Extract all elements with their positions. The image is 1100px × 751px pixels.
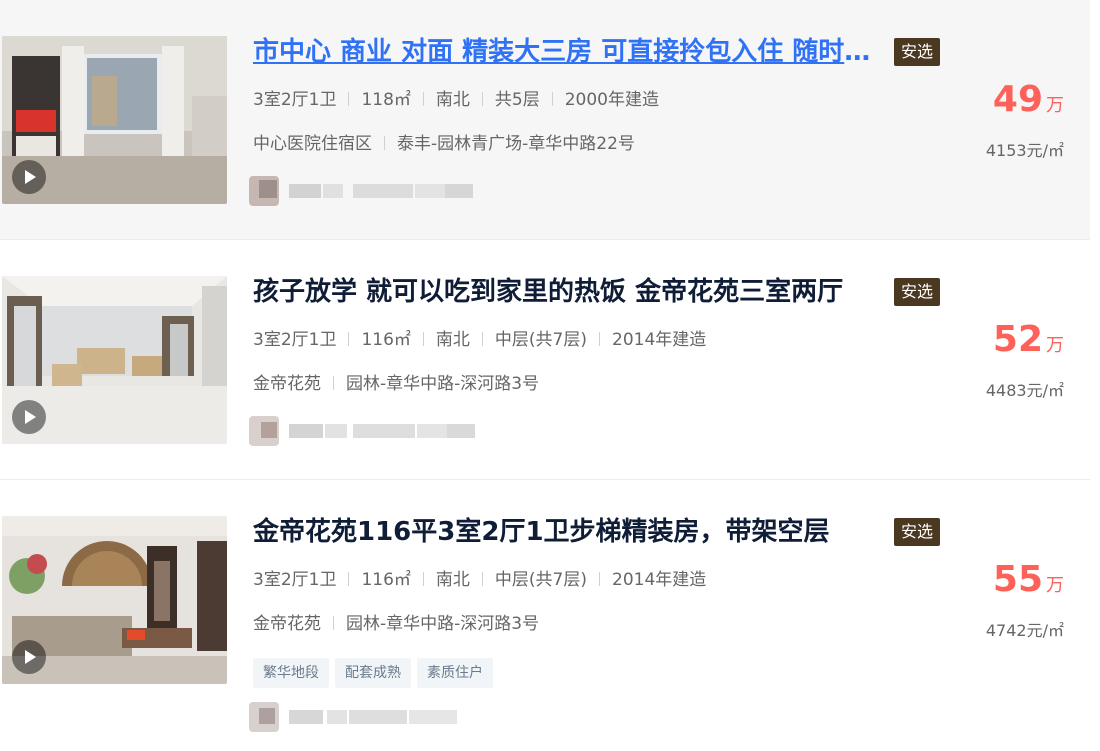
- room-layout: 3室2厅1卫: [253, 90, 337, 110]
- listing-title[interactable]: 孩子放学 就可以吃到家里的热饭 金帝花苑三室两厅: [253, 274, 873, 310]
- listing-photo[interactable]: [2, 36, 227, 204]
- orientation: 南北: [435, 90, 470, 110]
- location-info: 金帝花苑 园林-章华中路-深河路3号: [253, 372, 539, 396]
- price-unit: 万: [1046, 95, 1064, 116]
- divider: [481, 332, 483, 346]
- agent-info-blurred: [249, 176, 489, 206]
- build-year: 2014年建造: [612, 570, 707, 590]
- listing-card[interactable]: 市中心 商业 对面 精装大三房 可直接拎包入住 随时看房 安选 3室2厅1卫 11…: [0, 0, 1090, 240]
- divider: [599, 572, 600, 586]
- verified-badge: 安选: [894, 278, 941, 306]
- price-unit: 万: [1046, 575, 1064, 596]
- listing-title[interactable]: 金帝花苑116平3室2厅1卫步梯精装房，带架空层: [253, 514, 873, 550]
- build-year: 2014年建造: [612, 330, 707, 350]
- floor-info: 共5层: [494, 90, 540, 110]
- house-area: 118㎡: [361, 90, 411, 110]
- build-year: 2000年建造: [564, 90, 659, 110]
- listing-photo[interactable]: [2, 276, 227, 444]
- total-price: 52 万: [993, 316, 1064, 364]
- community-name[interactable]: 金帝花苑: [253, 614, 321, 634]
- listing-photo[interactable]: [2, 516, 227, 684]
- price-unit: 万: [1046, 335, 1064, 356]
- unit-price: 4483元/㎡: [985, 381, 1064, 400]
- price-value: 55: [992, 559, 1043, 600]
- verified-badge: 安选: [894, 38, 941, 66]
- divider: [333, 376, 334, 390]
- divider: [481, 572, 483, 586]
- feature-tags: 繁华地段 配套成熟 素质住户: [253, 658, 499, 688]
- community-name[interactable]: 中心医院住宿区: [253, 134, 372, 154]
- divider: [422, 92, 424, 106]
- house-info: 3室2厅1卫 118㎡ 南北 共5层 2000年建造: [253, 88, 659, 112]
- play-icon[interactable]: [12, 640, 46, 674]
- total-price: 49 万: [993, 76, 1064, 124]
- house-info: 3室2厅1卫 116㎡ 南北 中层(共7层) 2014年建造: [253, 568, 706, 592]
- house-info: 3室2厅1卫 116㎡ 南北 中层(共7层) 2014年建造: [253, 328, 706, 352]
- listing-card[interactable]: 孩子放学 就可以吃到家里的热饭 金帝花苑三室两厅 安选 3室2厅1卫 116㎡ 南北…: [0, 240, 1090, 480]
- feature-tag: 配套成熟: [335, 658, 411, 688]
- divider: [422, 572, 424, 586]
- price-value: 52: [992, 319, 1043, 360]
- address: 园林-章华中路-深河路3号: [346, 374, 540, 394]
- agent-info-blurred: [249, 416, 489, 446]
- price-value: 49: [992, 79, 1043, 120]
- agent-info-blurred: [249, 702, 461, 732]
- room-layout: 3室2厅1卫: [253, 330, 337, 350]
- divider: [348, 92, 350, 106]
- floor-info: 中层(共7层): [494, 330, 587, 350]
- divider: [481, 92, 483, 106]
- house-area: 116㎡: [361, 330, 411, 350]
- location-info: 中心医院住宿区 泰丰-园林青广场-章华中路22号: [253, 132, 635, 156]
- unit-price: 4153元/㎡: [985, 141, 1064, 160]
- total-price: 55 万: [993, 556, 1064, 604]
- room-layout: 3室2厅1卫: [253, 570, 337, 590]
- divider: [384, 136, 385, 150]
- divider: [348, 332, 350, 346]
- divider: [599, 332, 600, 346]
- house-area: 116㎡: [361, 570, 411, 590]
- community-name[interactable]: 金帝花苑: [253, 374, 321, 394]
- floor-info: 中层(共7层): [494, 570, 587, 590]
- listing-card[interactable]: 金帝花苑116平3室2厅1卫步梯精装房，带架空层 安选 3室2厅1卫 116㎡ 南北…: [0, 480, 1090, 751]
- location-info: 金帝花苑 园林-章华中路-深河路3号: [253, 612, 539, 636]
- divider: [348, 572, 350, 586]
- address: 泰丰-园林青广场-章华中路22号: [397, 134, 635, 154]
- divider: [551, 92, 553, 106]
- address: 园林-章华中路-深河路3号: [346, 614, 540, 634]
- divider: [422, 332, 424, 346]
- divider: [333, 616, 334, 630]
- listing-title[interactable]: 市中心 商业 对面 精装大三房 可直接拎包入住 随时看房: [253, 34, 873, 70]
- verified-badge: 安选: [894, 518, 941, 546]
- feature-tag: 素质住户: [417, 658, 493, 688]
- unit-price: 4742元/㎡: [985, 621, 1064, 640]
- feature-tag: 繁华地段: [253, 658, 329, 688]
- play-icon[interactable]: [12, 160, 46, 194]
- orientation: 南北: [435, 570, 470, 590]
- orientation: 南北: [435, 330, 470, 350]
- play-icon[interactable]: [12, 400, 46, 434]
